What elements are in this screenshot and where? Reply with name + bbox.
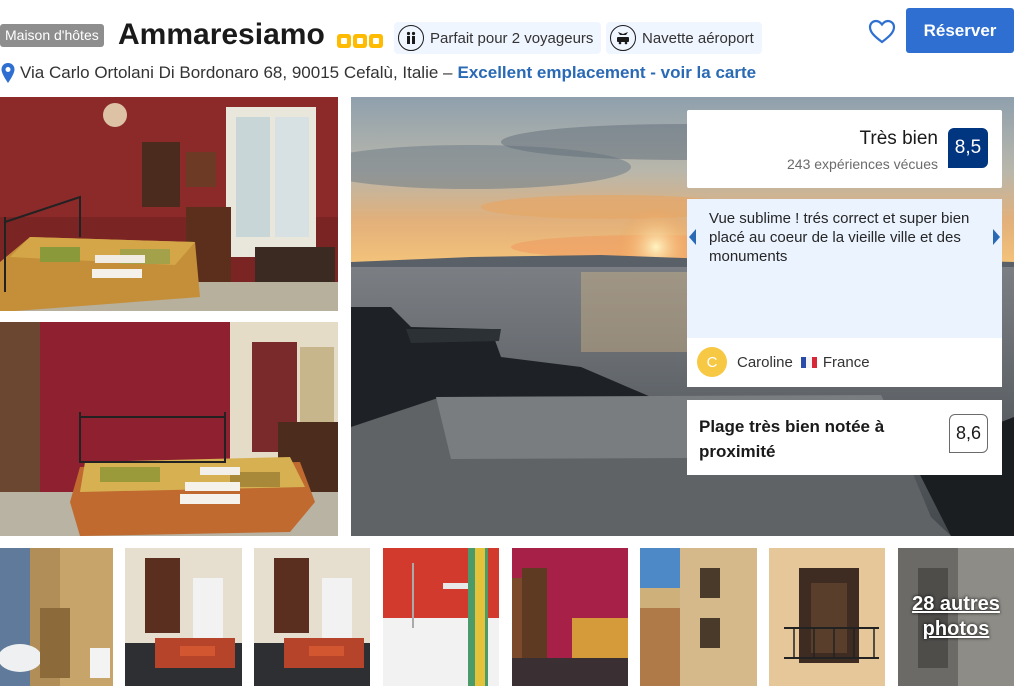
more-photos-label[interactable]: 28 autres photos bbox=[898, 548, 1014, 686]
beach-score-badge: 8,6 bbox=[949, 414, 988, 453]
review-count: 243 expériences vécues bbox=[787, 156, 938, 172]
previous-review-arrow-icon[interactable] bbox=[689, 229, 696, 245]
thumbnail-photo[interactable] bbox=[0, 548, 113, 686]
review-body: Vue sublime ! trés correct et super bien… bbox=[687, 199, 1002, 338]
more-photos-thumbnail[interactable]: 28 autres photos bbox=[898, 548, 1014, 686]
reviewer-info: C Caroline France bbox=[697, 347, 870, 377]
room-photo[interactable] bbox=[0, 97, 338, 311]
more-photos-text: photos bbox=[922, 618, 990, 640]
star-icon bbox=[353, 34, 367, 48]
shuttle-icon bbox=[610, 25, 636, 51]
review-text: Vue sublime ! trés correct et super bien… bbox=[709, 210, 970, 265]
heart-icon[interactable] bbox=[868, 18, 896, 46]
review-card: Vue sublime ! trés correct et super bien… bbox=[687, 199, 1002, 387]
thumbnail-photo[interactable] bbox=[512, 548, 628, 686]
reviewer-name: Caroline bbox=[737, 353, 793, 371]
property-type-badge: Maison d'hôtes bbox=[0, 24, 104, 47]
thumbnail-photo[interactable] bbox=[640, 548, 757, 686]
couple-icon bbox=[398, 25, 424, 51]
rating-label: Très bien bbox=[859, 128, 939, 149]
highlight-airport-shuttle: Navette aéroport bbox=[606, 22, 762, 54]
reviewer-country: France bbox=[822, 353, 870, 371]
score-badge: 8,5 bbox=[948, 128, 988, 168]
map-link[interactable]: Excellent emplacement - voir la carte bbox=[458, 63, 757, 83]
next-review-arrow-icon[interactable] bbox=[993, 229, 1000, 245]
thumbnail-photo[interactable] bbox=[125, 548, 242, 686]
address-text: Via Carlo Ortolani Di Bordonaro 68, 9001… bbox=[20, 63, 453, 82]
thumbnail-photo[interactable] bbox=[254, 548, 370, 686]
map-pin-icon bbox=[1, 63, 15, 83]
more-photos-count: 28 autres bbox=[912, 593, 1000, 615]
address-row: Via Carlo Ortolani Di Bordonaro 68, 9001… bbox=[0, 60, 756, 86]
beach-rating-card[interactable]: Plage très bien notée à proximité 8,6 bbox=[687, 400, 1002, 475]
hotel-name: Ammaresiamo bbox=[118, 18, 325, 51]
rating-card[interactable]: Très bien 243 expériences vécues 8,5 bbox=[687, 110, 1002, 188]
beach-label: Plage très bien notée à proximité bbox=[699, 417, 885, 461]
reserve-button[interactable]: Réserver bbox=[906, 8, 1014, 53]
star-rating bbox=[337, 34, 383, 48]
thumbnail-photo[interactable] bbox=[383, 548, 499, 686]
highlight-perfect-for-two: Parfait pour 2 voyageurs bbox=[394, 22, 602, 54]
highlight-label: Parfait pour 2 voyageurs bbox=[430, 29, 594, 47]
avatar: C bbox=[697, 347, 727, 377]
star-icon bbox=[369, 34, 383, 48]
thumbnail-photo[interactable] bbox=[769, 548, 885, 686]
star-icon bbox=[337, 34, 351, 48]
france-flag-icon bbox=[800, 356, 817, 368]
highlight-label: Navette aéroport bbox=[642, 29, 754, 47]
room-photo[interactable] bbox=[0, 322, 338, 536]
